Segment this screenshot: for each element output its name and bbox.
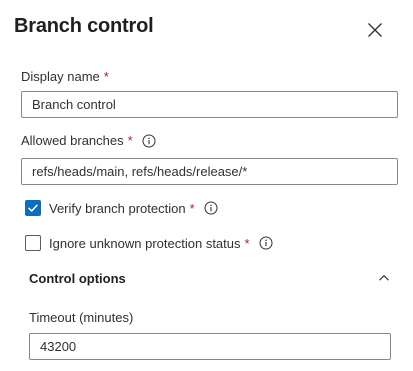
verify-branch-protection-checkbox[interactable]: Verify branch protection * [25,200,218,216]
close-icon [368,23,382,37]
timeout-label-text: Timeout (minutes) [29,310,134,325]
ignore-unknown-status-checkbox[interactable]: Ignore unknown protection status * [25,235,273,251]
checkbox-checked-icon[interactable] [25,200,41,216]
panel-title: Branch control [14,15,154,37]
close-button[interactable] [365,20,385,40]
display-name-value: Branch control [32,97,116,112]
info-icon[interactable] [142,134,156,148]
info-icon[interactable] [259,236,273,250]
required-marker: * [244,235,250,251]
display-name-label: Display name * [21,69,109,84]
chevron-up-icon [379,274,389,281]
ignore-unknown-status-label: Ignore unknown protection status [49,235,241,251]
allowed-branches-label: Allowed branches * [21,133,156,148]
display-name-label-text: Display name [21,69,100,84]
timeout-label: Timeout (minutes) [29,310,133,325]
required-marker: * [127,133,133,148]
required-marker: * [103,69,109,84]
checkbox-unchecked-icon[interactable] [25,235,41,251]
allowed-branches-value: refs/heads/main, refs/heads/release/* [32,164,248,179]
required-marker: * [189,200,195,216]
control-options-label: Control options [29,270,126,286]
verify-branch-protection-label: Verify branch protection [49,200,186,216]
timeout-value: 43200 [40,339,77,354]
allowed-branches-input[interactable]: refs/heads/main, refs/heads/release/* [21,158,398,185]
info-icon[interactable] [204,201,218,215]
control-options-header[interactable]: Control options [29,270,393,286]
display-name-input[interactable]: Branch control [21,91,398,118]
allowed-branches-label-text: Allowed branches [21,133,124,148]
timeout-input[interactable]: 43200 [29,333,391,360]
